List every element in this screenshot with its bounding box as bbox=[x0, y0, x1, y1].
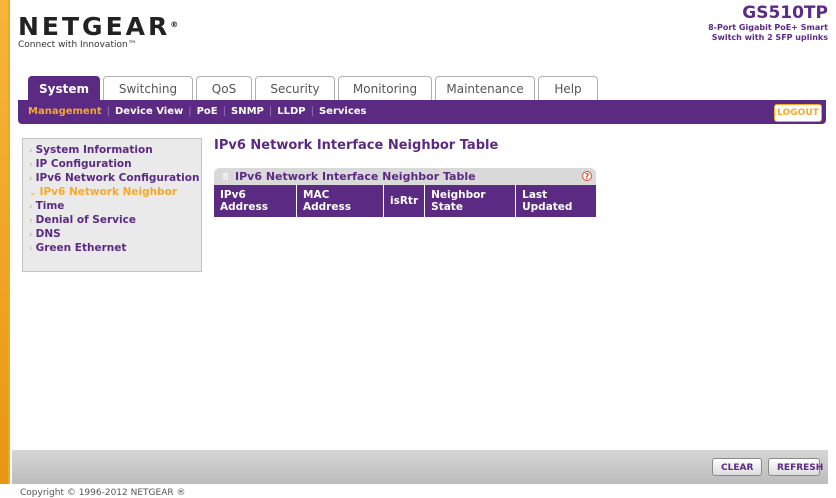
clear-button[interactable]: CLEAR bbox=[712, 458, 762, 476]
menu-item-ip-configuration[interactable]: › IP Configuration bbox=[23, 158, 201, 172]
help-icon[interactable]: ? bbox=[582, 171, 592, 181]
menu-item-dns[interactable]: › DNS bbox=[23, 228, 201, 242]
menu-item-ipv6-network-configuration[interactable]: › IPv6 Network Configuration bbox=[23, 172, 201, 186]
col-isrtr: isRtr bbox=[383, 185, 426, 217]
subnav-services[interactable]: Services bbox=[319, 106, 367, 117]
bottom-action-bar: CLEAR REFRESH bbox=[12, 450, 828, 484]
menu-item-time[interactable]: › Time bbox=[23, 200, 201, 214]
chevron-right-icon: › bbox=[29, 160, 33, 170]
tab-switching[interactable]: Switching bbox=[103, 76, 193, 100]
tab-security[interactable]: Security bbox=[255, 76, 335, 100]
panel-title: IPv6 Network Interface Neighbor Table bbox=[235, 170, 476, 183]
neighbor-table-panel: ⠿ IPv6 Network Interface Neighbor Table ?… bbox=[214, 168, 596, 217]
menu-item-ipv6-network-neighbor[interactable]: ⌄ IPv6 Network Neighbor bbox=[23, 186, 201, 200]
netgear-logo: NETGEAR® Connect with Innovation™ bbox=[18, 12, 179, 51]
logout-button[interactable]: LOGOUT bbox=[774, 104, 822, 122]
col-mac-address: MAC Address bbox=[296, 185, 384, 217]
chevron-right-icon: › bbox=[29, 146, 33, 156]
tab-help[interactable]: Help bbox=[538, 76, 598, 100]
tab-monitoring[interactable]: Monitoring bbox=[338, 76, 432, 100]
chevron-right-icon: › bbox=[29, 174, 33, 184]
subnav-device-view[interactable]: Device View bbox=[115, 106, 183, 117]
grip-icon: ⠿ bbox=[222, 173, 230, 183]
chevron-right-icon: › bbox=[29, 244, 33, 254]
brand-tagline: Connect with Innovation™ bbox=[18, 40, 137, 50]
tab-system[interactable]: System bbox=[28, 76, 100, 100]
chevron-right-icon: › bbox=[29, 202, 33, 212]
neighbor-table: IPv6 Address MAC Address isRtr Neighbor … bbox=[214, 185, 596, 217]
model-name: GS510TP bbox=[742, 3, 828, 23]
model-info: GS510TP 8-Port Gigabit PoE+ Smart Switch… bbox=[688, 3, 828, 43]
chevron-right-icon: › bbox=[29, 216, 33, 226]
sub-navigation: Management | Device View | PoE | SNMP | LLDP | Ser… bbox=[18, 100, 826, 124]
subnav-snmp[interactable]: SNMP bbox=[231, 106, 264, 117]
chevron-right-icon: › bbox=[29, 230, 33, 240]
tab-qos[interactable]: QoS bbox=[196, 76, 252, 100]
orange-frame-strip bbox=[0, 0, 8, 484]
subnav-management[interactable]: Management bbox=[28, 106, 102, 117]
brand-name: NETGEAR® bbox=[18, 12, 179, 41]
page-title: IPv6 Network Interface Neighbor Table bbox=[214, 138, 499, 153]
col-last-updated: Last Updated bbox=[515, 185, 596, 217]
col-neighbor-state: Neighbor State bbox=[424, 185, 517, 217]
menu-item-green-ethernet[interactable]: › Green Ethernet bbox=[23, 242, 201, 256]
col-ipv6-address: IPv6 Address bbox=[214, 185, 297, 217]
tab-maintenance[interactable]: Maintenance bbox=[435, 76, 535, 100]
menu-item-system-information[interactable]: › System Information bbox=[23, 144, 201, 158]
subnav-poe[interactable]: PoE bbox=[197, 106, 218, 117]
menu-item-denial-of-service[interactable]: › Denial of Service bbox=[23, 214, 201, 228]
model-description: 8-Port Gigabit PoE+ Smart Switch with 2 … bbox=[708, 23, 828, 42]
panel-header: ⠿ IPv6 Network Interface Neighbor Table ? bbox=[214, 168, 596, 185]
chevron-down-icon: ⌄ bbox=[29, 188, 37, 198]
left-menu: › System Information › IP Configuration › I… bbox=[22, 138, 202, 272]
main-tabs: System Switching QoS Security Monitoring… bbox=[28, 76, 601, 100]
refresh-button[interactable]: REFRESH bbox=[768, 458, 823, 476]
subnav-lldp[interactable]: LLDP bbox=[277, 106, 305, 117]
copyright: Copyright © 1996-2012 NETGEAR ® bbox=[20, 488, 186, 498]
table-header-row: IPv6 Address MAC Address isRtr Neighbor … bbox=[214, 185, 596, 217]
